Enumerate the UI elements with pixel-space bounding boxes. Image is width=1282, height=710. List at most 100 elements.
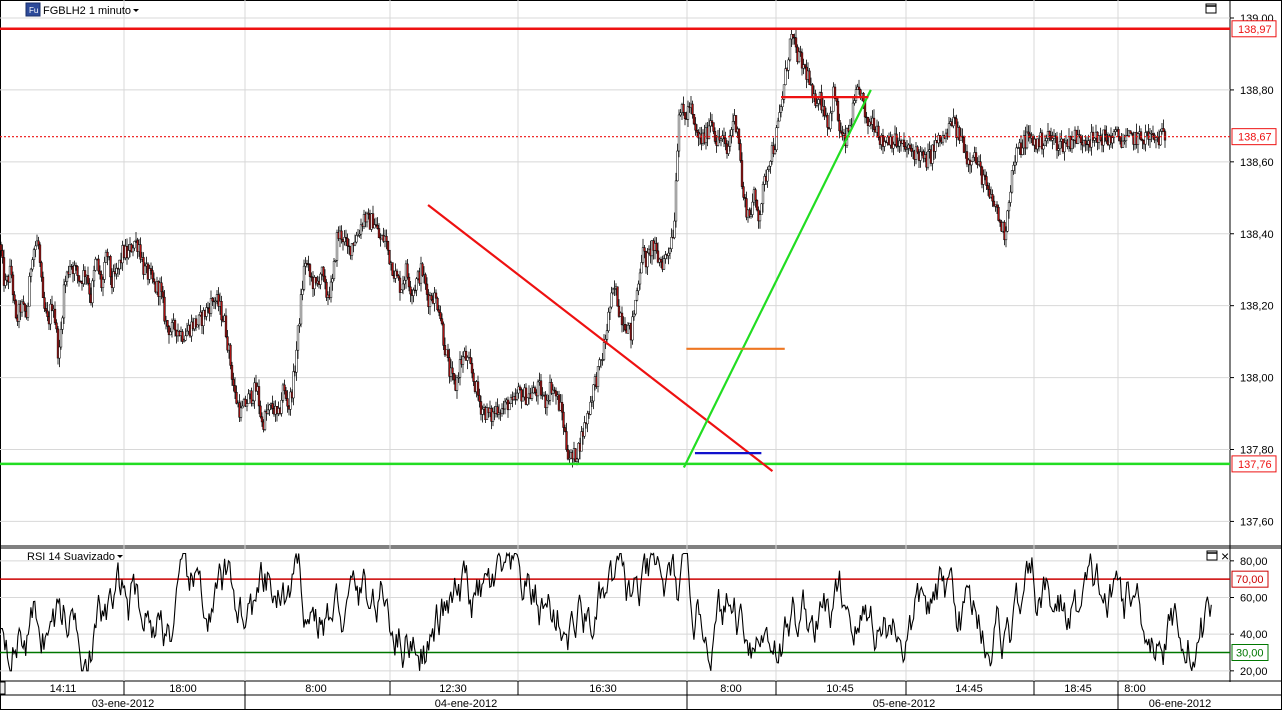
- candle-body: [436, 297, 439, 311]
- candle-body: [476, 381, 480, 396]
- candle-body: [442, 323, 445, 346]
- candle-body: [1121, 140, 1125, 148]
- chart-header[interactable]: Fu FGBLH2 1 minuto: [25, 2, 139, 17]
- candle-body: [53, 308, 57, 324]
- candle-body: [691, 103, 694, 115]
- candle-body: [92, 270, 96, 282]
- rsi-tick-label: 80,00: [1240, 556, 1268, 568]
- candle-body: [407, 276, 411, 288]
- candle-body: [521, 396, 525, 402]
- candle-body: [836, 100, 840, 121]
- candle-body: [758, 214, 762, 222]
- candle-body: [296, 325, 300, 351]
- maximize-rsi-panel-button[interactable]: [1206, 550, 1218, 561]
- candle-body: [589, 401, 592, 415]
- candle-body: [767, 165, 771, 170]
- candle-body: [37, 240, 40, 246]
- candle-body: [385, 235, 388, 242]
- time-tick-label: 8:00: [305, 683, 326, 695]
- price-tick-label: 138,20: [1240, 301, 1274, 313]
- candle-body: [872, 117, 876, 130]
- price-label: 138,97: [1238, 24, 1272, 36]
- candle-body: [386, 240, 390, 251]
- candle-body: [730, 129, 733, 136]
- candle-body: [515, 392, 519, 400]
- candle-body: [23, 303, 27, 312]
- candle-body: [283, 384, 286, 391]
- candle-body: [34, 245, 37, 250]
- candle-body: [251, 400, 255, 404]
- candle-body: [1063, 142, 1066, 153]
- candle-body: [997, 206, 1000, 221]
- candle-body: [131, 247, 135, 253]
- candle-body: [106, 251, 109, 257]
- candle-body: [857, 86, 861, 90]
- rsi-header[interactable]: RSI 14 Suavizado: [27, 551, 123, 563]
- candle-body: [299, 294, 303, 325]
- scroll-handle[interactable]: [0, 681, 6, 695]
- candle-body: [452, 373, 456, 381]
- candle-body: [596, 366, 600, 387]
- candle-body: [823, 106, 826, 117]
- candle-body: [694, 123, 697, 131]
- candle-body: [62, 284, 66, 319]
- candle-body: [919, 151, 922, 161]
- candle-body: [971, 156, 975, 162]
- price-tick-label: 138,60: [1240, 157, 1274, 169]
- candle-body: [1048, 131, 1051, 136]
- candle-body: [461, 356, 465, 365]
- candle-body: [545, 400, 549, 409]
- candle-body: [235, 391, 238, 404]
- candle-body: [4, 279, 7, 286]
- candle-body: [1162, 128, 1165, 132]
- candle-body: [803, 64, 807, 68]
- candle-body: [439, 312, 442, 319]
- candle-body: [397, 275, 400, 279]
- candle-body: [1025, 131, 1029, 149]
- candle-body: [575, 458, 579, 462]
- price-tick-label: 138,80: [1240, 85, 1274, 97]
- candle-body: [682, 104, 685, 113]
- candle-body: [76, 266, 79, 276]
- candle-body: [43, 297, 46, 309]
- candle-body: [623, 323, 627, 331]
- candle-body: [257, 386, 261, 407]
- candle-body: [1042, 145, 1045, 150]
- candle-body: [160, 282, 163, 293]
- candle-body: [998, 220, 1002, 223]
- date-label: 04-ene-2012: [435, 698, 497, 710]
- candle-body: [892, 144, 895, 149]
- time-tick-label: 8:00: [1124, 683, 1145, 695]
- candle-body: [301, 289, 304, 295]
- candle-body: [895, 133, 898, 147]
- candle-body: [638, 272, 642, 285]
- candle-body: [232, 379, 235, 386]
- maximize-price-panel-button[interactable]: [1205, 3, 1217, 14]
- candle-body: [185, 330, 189, 337]
- candle-body: [902, 139, 906, 147]
- candle-body: [11, 274, 15, 296]
- candle-body: [173, 320, 177, 331]
- time-tick-label: 8:00: [720, 683, 741, 695]
- candle-body: [695, 129, 699, 133]
- close-rsi-icon[interactable]: ×: [1221, 548, 1229, 564]
- candle-body: [985, 176, 988, 186]
- candle-body: [1139, 131, 1143, 140]
- time-tick-label: 16:30: [589, 683, 617, 695]
- date-label: 03-ene-2012: [92, 698, 154, 710]
- candle-body: [10, 265, 13, 276]
- candle-body: [455, 377, 459, 391]
- candle-body: [775, 127, 778, 151]
- candle-body: [22, 301, 25, 305]
- candle-body: [40, 262, 43, 278]
- time-tick-label: 14:11: [50, 683, 77, 695]
- candle-body: [583, 422, 586, 437]
- candle-body: [1093, 137, 1096, 141]
- candle-body: [995, 204, 999, 208]
- candle-body: [781, 99, 784, 107]
- candle-body: [161, 291, 165, 298]
- candle-body: [646, 252, 649, 268]
- candle-body: [1079, 136, 1083, 144]
- candle-body: [526, 397, 529, 405]
- candle-body: [38, 244, 42, 263]
